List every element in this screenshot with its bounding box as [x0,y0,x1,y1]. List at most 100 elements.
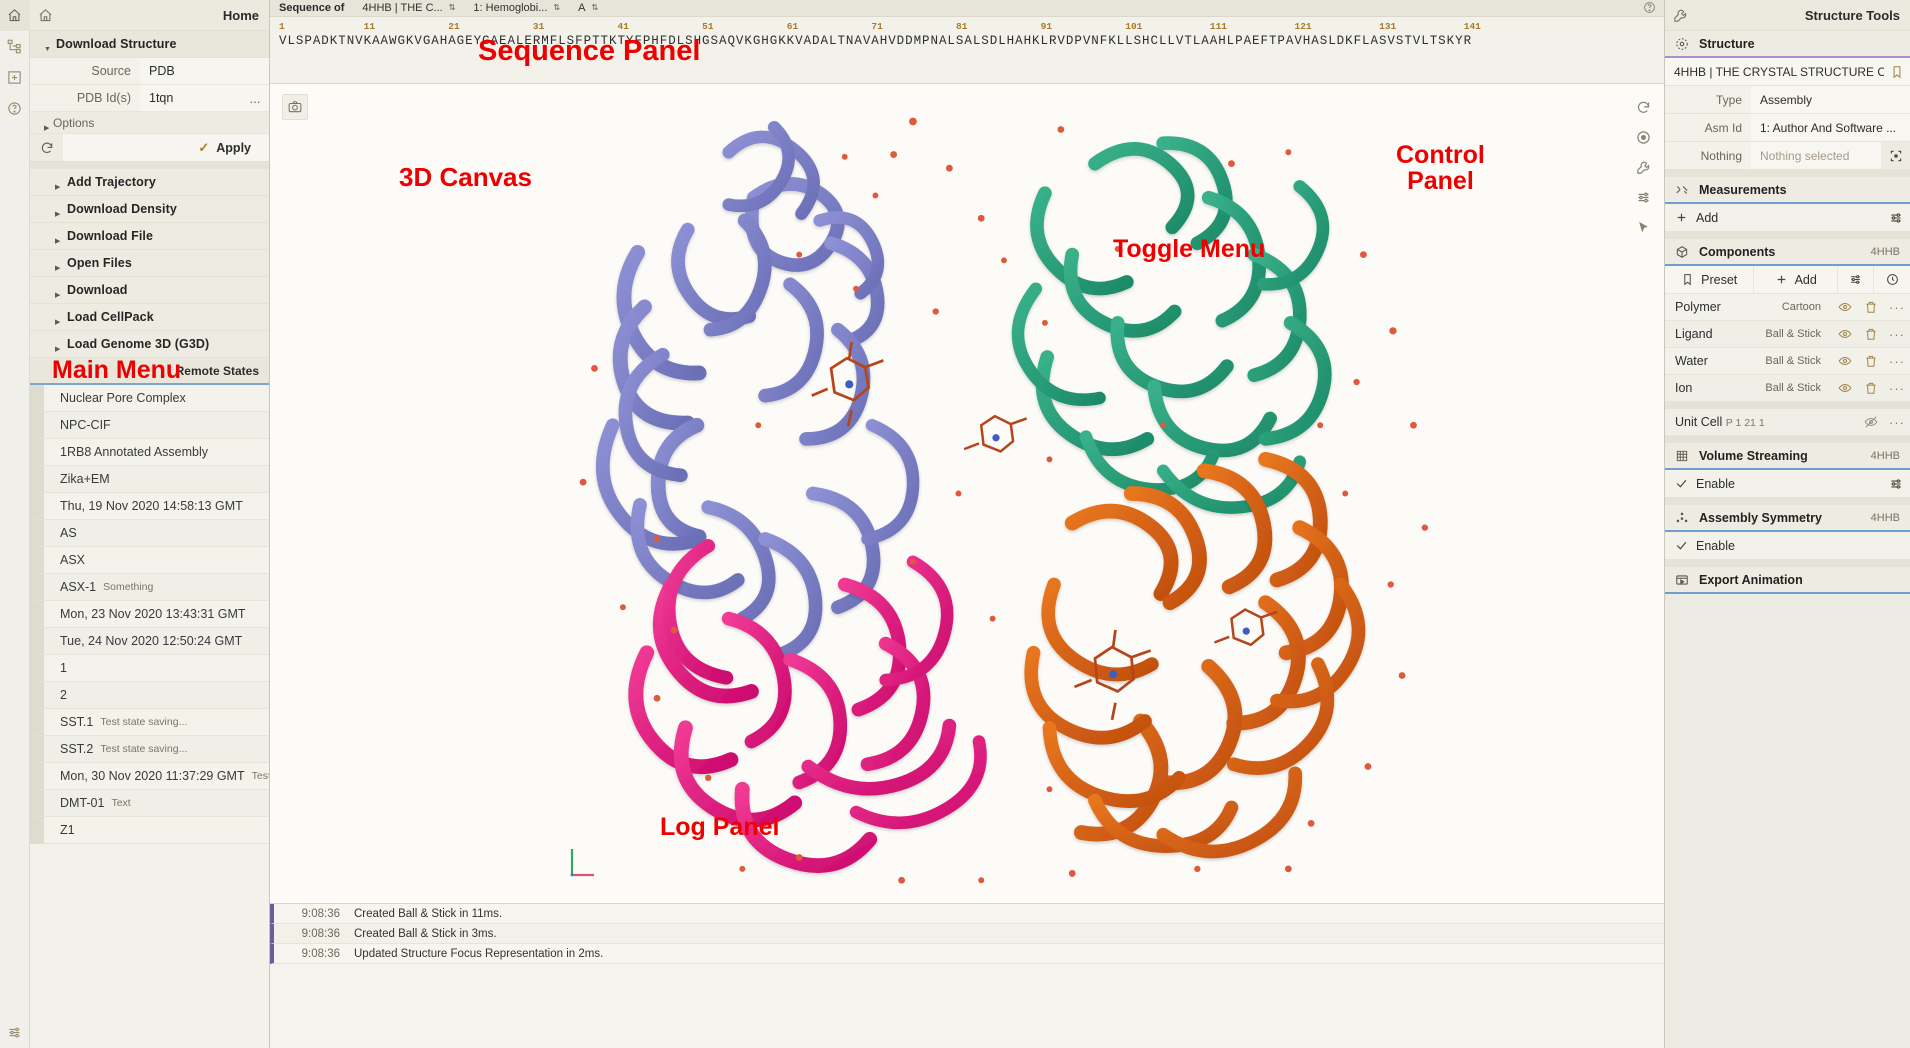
section-structure[interactable]: Structure [1665,31,1910,58]
component-row-polymer[interactable]: Polymer Cartoon ··· [1665,294,1910,321]
add-component-button[interactable]: Add [1754,266,1838,293]
list-item[interactable]: AS [30,520,269,547]
list-item[interactable]: SST.1 Test state saving... [30,709,269,736]
list-item[interactable]: 1 [30,655,269,682]
state-tree-icon[interactable] [0,31,30,62]
menu-item-load-cellpack[interactable]: Load CellPack [30,304,269,331]
component-row-water[interactable]: Water Ball & Stick ··· [1665,348,1910,375]
list-item[interactable]: Mon, 30 Nov 2020 11:37:29 GMT Test state … [30,763,269,790]
component-row-ion[interactable]: Ion Ball & Stick ··· [1665,375,1910,402]
more-options-icon[interactable]: ··· [1884,294,1910,321]
more-options-icon[interactable]: ··· [1884,409,1910,436]
list-item-name: SST.1 [60,715,94,729]
list-item[interactable]: Thu, 19 Nov 2020 14:58:13 GMT [30,493,269,520]
save-state-icon[interactable] [0,62,30,93]
menu-item-download-file[interactable]: Download File [30,223,269,250]
pdbid-more-button[interactable]: ... [241,85,269,111]
menu-item-download-density[interactable]: Download Density [30,196,269,223]
home-icon[interactable] [0,0,30,31]
refresh-icon[interactable] [30,134,63,161]
trash-icon[interactable] [1858,294,1884,321]
more-options-icon[interactable]: ··· [1884,348,1910,375]
list-item[interactable]: 1RB8 Annotated Assembly [30,439,269,466]
controls-sliders-icon[interactable] [1630,184,1656,210]
list-item[interactable]: SST.2 Test state saving... [30,736,269,763]
help-icon[interactable] [0,93,30,124]
pdbid-input[interactable]: 1tqn [140,85,241,111]
settings-icon[interactable] [0,1017,30,1048]
list-item[interactable]: Mon, 23 Nov 2020 13:43:31 GMT [30,601,269,628]
section-assembly-symmetry[interactable]: Assembly Symmetry 4HHB [1665,505,1910,532]
check-icon [1675,539,1688,552]
trash-icon[interactable] [1858,348,1884,375]
list-item[interactable]: ASX-1 Something [30,574,269,601]
list-item[interactable]: 2 [30,682,269,709]
components-settings-icon[interactable] [1838,266,1874,293]
log-panel[interactable]: 9:08:36 Created Ball & Stick in 11ms. 9:… [270,903,1664,1048]
section-download-structure[interactable]: Download Structure [30,31,269,58]
type-value[interactable]: Assembly [1751,86,1910,113]
bookmark-icon[interactable] [1884,58,1910,85]
list-item[interactable]: Zika+EM [30,466,269,493]
assembly-symmetry-enable-row[interactable]: Enable [1665,532,1910,560]
measurements-add-row[interactable]: Add [1665,204,1910,232]
settings-wrench-icon[interactable] [1630,154,1656,180]
list-item[interactable]: ASX [30,547,269,574]
sequence-tick: 141 [1463,21,1481,32]
component-row-ligand[interactable]: Ligand Ball & Stick ··· [1665,321,1910,348]
section-components[interactable]: Components 4HHB [1665,239,1910,266]
history-icon[interactable] [1874,266,1910,293]
eye-icon[interactable] [1832,294,1858,321]
apply-label: Apply [216,140,251,155]
pdbid-label: PDB Id(s) [76,91,131,105]
trash-icon[interactable] [1858,375,1884,402]
section-export-animation[interactable]: Export Animation [1665,567,1910,594]
list-item[interactable]: DMT-01 Text [30,790,269,817]
eye-icon[interactable] [1832,321,1858,348]
source-label: Source [91,64,131,78]
left-panel-header: Home [30,0,269,31]
source-select[interactable]: PDB [140,58,269,84]
structure-name[interactable]: 4HHB | THE CRYSTAL STRUCTURE OF... [1665,58,1884,85]
list-item[interactable]: Tue, 24 Nov 2020 12:50:24 GMT [30,628,269,655]
screenshot-button[interactable] [282,94,308,120]
structure-select[interactable]: 4HHB | THE C... ⇅ [362,2,455,14]
sequence-letters[interactable]: VLSPADKTNVKAAWGKVGAHAGEYGAEALERMFLSFPTTK… [279,34,1664,48]
menu-item-add-trajectory[interactable]: Add Trajectory [30,169,269,196]
eye-icon[interactable] [1832,375,1858,402]
apply-button[interactable]: ✓ Apply [63,134,269,161]
axes-indicator [570,849,594,877]
focus-icon[interactable] [1630,124,1656,150]
3d-canvas[interactable] [270,84,1664,903]
asmid-value[interactable]: 1: Author And Software ... [1751,114,1910,141]
menu-item-download[interactable]: Download [30,277,269,304]
select-cursor-icon[interactable] [1630,214,1656,240]
sequence-tick: 51 [702,21,714,32]
menu-item-open-files[interactable]: Open Files [30,250,269,277]
preset-button[interactable]: Preset [1665,266,1755,293]
reset-camera-icon[interactable] [1630,94,1656,120]
chain-select[interactable]: A ⇅ [578,2,598,14]
list-item[interactable]: Nuclear Pore Complex [30,385,269,412]
entity-select[interactable]: 1: Hemoglobi... ⇅ [473,2,560,14]
log-time: 9:08:36 [301,947,340,960]
focus-target-icon[interactable] [1881,142,1910,169]
sliders-icon[interactable] [1881,470,1910,498]
trash-icon[interactable] [1858,321,1884,348]
component-row-unit-cell[interactable]: Unit Cell P 1 21 1 ··· [1665,409,1910,436]
menu-item-load-genome-3d[interactable]: Load Genome 3D (G3D) [30,331,269,358]
list-item-note: Test state saving... [100,743,188,755]
section-volume-streaming[interactable]: Volume Streaming 4HHB [1665,443,1910,470]
list-item[interactable]: NPC-CIF [30,412,269,439]
eye-off-icon[interactable] [1858,409,1884,436]
options-row[interactable]: Options [30,112,269,134]
eye-icon[interactable] [1832,348,1858,375]
more-options-icon[interactable]: ··· [1884,321,1910,348]
sliders-icon[interactable] [1881,204,1910,232]
section-measurements[interactable]: Measurements [1665,177,1910,204]
list-item[interactable]: Z1 [30,817,269,844]
volume-streaming-enable-row[interactable]: Enable [1665,470,1910,498]
wrench-icon[interactable] [1673,8,1688,23]
more-options-icon[interactable]: ··· [1884,375,1910,402]
home-icon[interactable] [38,8,53,23]
